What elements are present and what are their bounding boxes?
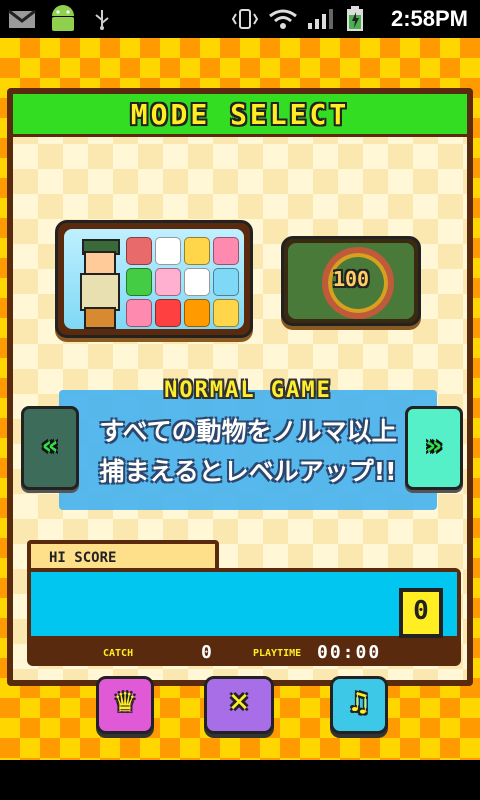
playtime-value: 00:00 [317, 642, 382, 663]
animal-icon [126, 268, 152, 296]
ranking-button[interactable]: ♛ [96, 676, 154, 734]
double-left-arrow-icon: « [41, 431, 59, 461]
hiscore-panel: HI SCORE 0 CATCH 0 PLAYTIME 00:00 [27, 540, 461, 666]
animal-icon [184, 268, 210, 296]
animal-icon [213, 299, 239, 327]
close-button[interactable]: ✕ [204, 676, 274, 734]
hiscore-label: HI SCORE [49, 550, 117, 566]
wifi-icon [269, 9, 297, 29]
battery-icon [347, 6, 363, 31]
android-icon [52, 5, 74, 31]
hiscore-value: 0 [399, 588, 443, 638]
100-mode-card[interactable]: 100 [281, 236, 421, 326]
mode-name: NORMAL GAME [164, 378, 332, 403]
animal-icon [213, 268, 239, 296]
mode-desc-line-2: 捕まえるとレベルアップ!! [99, 457, 397, 486]
animal-icon [155, 237, 181, 265]
mode-desc-line-1: すべての動物をノルマ以上 [99, 417, 397, 446]
100-label: 100 [332, 267, 370, 291]
catch-value: 0 [201, 642, 212, 663]
animal-icon [155, 268, 181, 296]
hunter-icon [76, 239, 120, 329]
animal-icon [184, 237, 210, 265]
animal-icon [213, 237, 239, 265]
hiscore-display: 0 [31, 572, 457, 638]
vibrate-icon [231, 9, 259, 29]
next-mode-button[interactable]: » [405, 406, 463, 490]
animals-grid [126, 237, 239, 327]
playtime-label: PLAYTIME [253, 648, 302, 659]
close-icon: ✕ [228, 688, 250, 718]
prev-mode-button[interactable]: « [21, 406, 79, 490]
double-right-arrow-icon: » [425, 431, 443, 461]
music-note-icon: ♫ [347, 688, 371, 718]
gmail-icon [8, 9, 36, 28]
signal-icon [308, 9, 333, 29]
catch-label: CATCH [103, 648, 134, 659]
crown-icon: ♛ [113, 688, 137, 718]
mode-description: NORMAL GAME すべての動物をノルマ以上 捕まえるとレベルアップ!! [59, 378, 437, 510]
bottom-bar [0, 760, 480, 800]
music-button[interactable]: ♫ [330, 676, 388, 734]
mode-select-panel: MODE SELECT 100 NORMAL GAME すべての動物をノルマ以上… [7, 88, 473, 686]
usb-icon [95, 10, 109, 30]
title-bar: MODE SELECT [13, 94, 467, 137]
animal-icon [126, 299, 152, 327]
normal-mode-card[interactable] [55, 220, 253, 338]
animal-icon [184, 299, 210, 327]
game-area: MODE SELECT 100 NORMAL GAME すべての動物をノルマ以上… [0, 38, 480, 760]
clock: 2:58PM [390, 6, 468, 31]
animal-icon [126, 237, 152, 265]
animal-icon [155, 299, 181, 327]
status-bar: 2:58PM [0, 0, 480, 38]
page-title: MODE SELECT [130, 98, 350, 131]
